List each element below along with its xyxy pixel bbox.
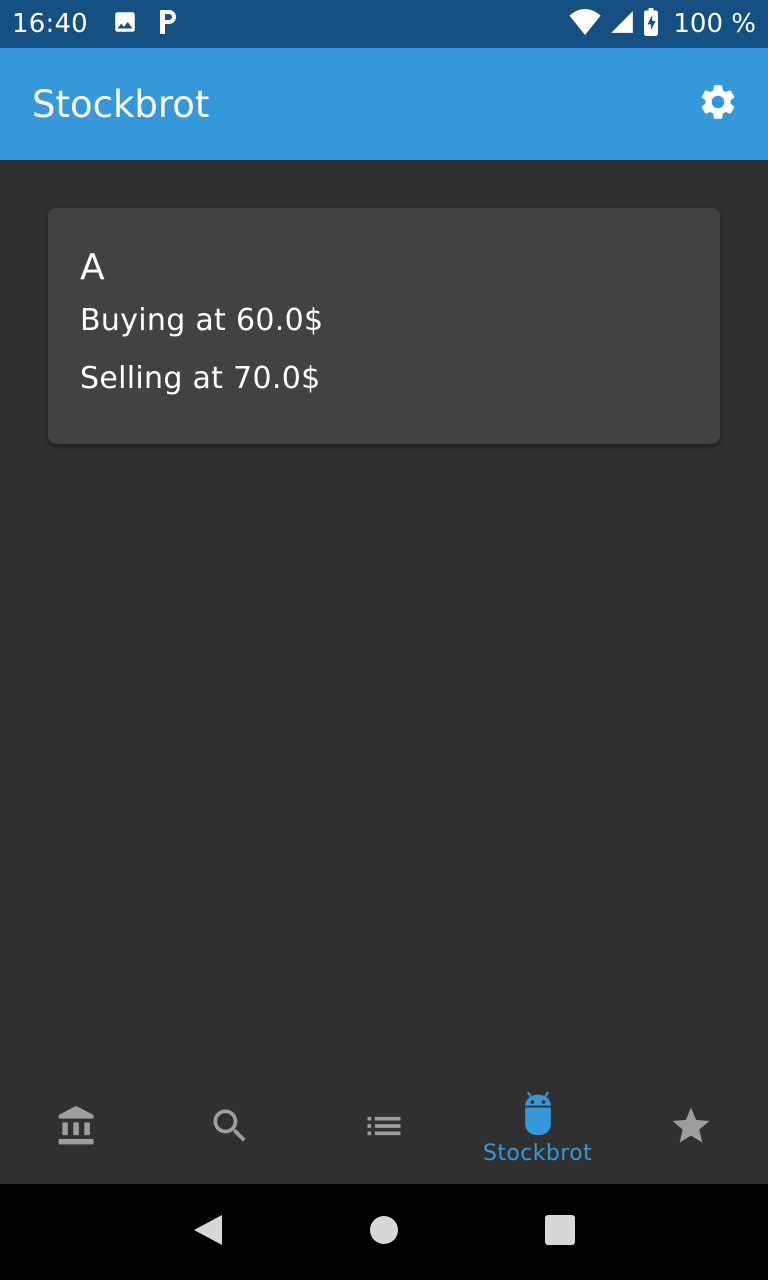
nav-item-stockbrot[interactable]: Stockbrot: [461, 1072, 615, 1184]
back-icon: [192, 1213, 224, 1251]
selling-price: Selling at 70.0$: [80, 361, 321, 396]
content-area: A Buying at 60.0$ Selling at 70.0$: [0, 160, 768, 1072]
screen: 16:40 100 % Stockbrot A Buying at 60.0$ …: [0, 0, 768, 1280]
settings-button[interactable]: [696, 82, 740, 126]
nav-item-search[interactable]: [154, 1072, 308, 1184]
recents-button[interactable]: [530, 1202, 590, 1262]
app-title: Stockbrot: [32, 82, 210, 126]
signal-icon: [609, 9, 635, 39]
status-system-icons: 100 %: [569, 8, 756, 40]
back-button[interactable]: [178, 1202, 238, 1262]
android-icon: [518, 1091, 558, 1139]
home-icon: [368, 1214, 400, 1250]
nav-item-bank[interactable]: [0, 1072, 154, 1184]
gear-icon: [697, 81, 739, 127]
parking-icon: [156, 8, 180, 40]
nav-item-favorites[interactable]: [614, 1072, 768, 1184]
stock-card[interactable]: A Buying at 60.0$ Selling at 70.0$: [48, 208, 720, 444]
search-icon: [208, 1104, 252, 1152]
wifi-icon: [569, 9, 601, 39]
nav-item-list[interactable]: [307, 1072, 461, 1184]
system-navigation-bar: [0, 1184, 768, 1280]
buying-price: Buying at 60.0$: [80, 303, 324, 338]
image-icon: [112, 9, 138, 39]
nav-label-stockbrot: Stockbrot: [483, 1140, 593, 1166]
bank-icon: [55, 1104, 99, 1152]
stock-symbol: A: [80, 247, 105, 288]
app-bar: Stockbrot: [0, 48, 768, 160]
status-time: 16:40: [12, 9, 88, 39]
status-notification-icons: [112, 8, 180, 40]
list-icon: [362, 1104, 406, 1152]
bottom-navigation: Stockbrot: [0, 1072, 768, 1184]
home-button[interactable]: [354, 1202, 414, 1262]
battery-percentage: 100 %: [673, 9, 756, 39]
recents-icon: [545, 1215, 575, 1249]
battery-charging-icon: [643, 8, 659, 40]
status-bar: 16:40 100 %: [0, 0, 768, 48]
star-icon: [669, 1104, 713, 1152]
